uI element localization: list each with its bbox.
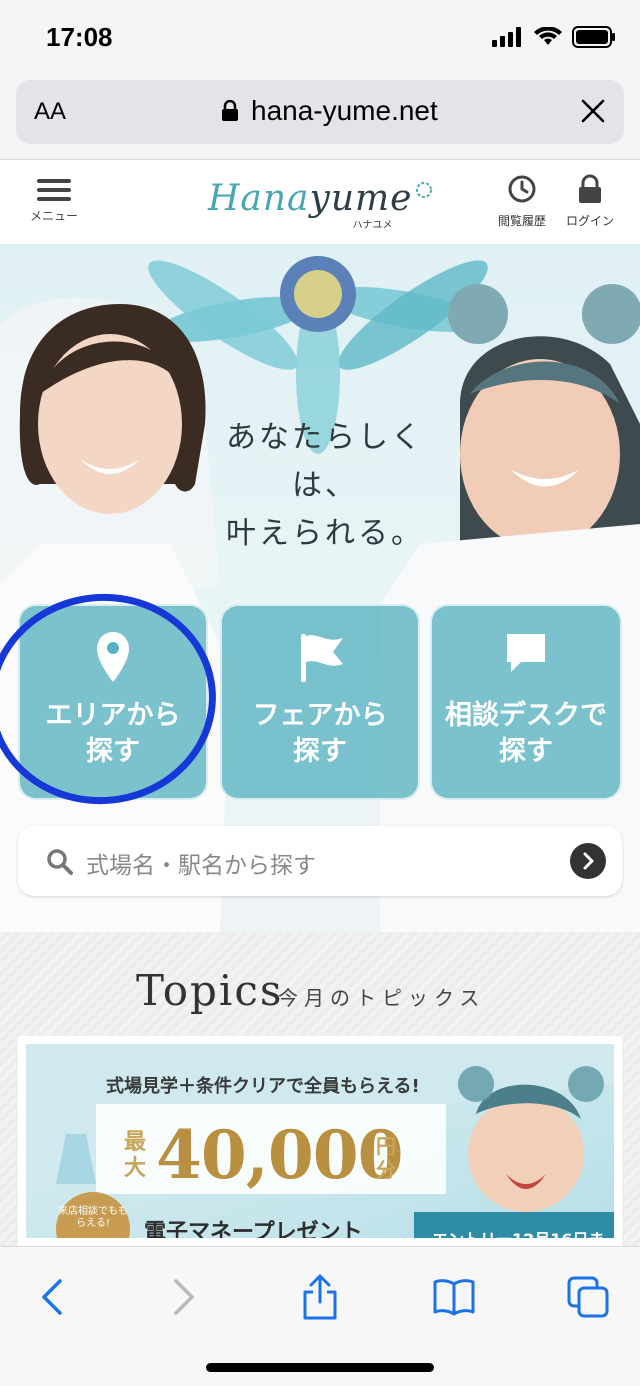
search-submit-button[interactable] <box>570 843 606 879</box>
hero-section: あなたらしくは、 叶えられる。 エリアから 探す フェアから 探す 相談デスクで… <box>0 244 640 932</box>
history-button[interactable]: 閲覧履歴 <box>488 174 556 229</box>
text-size-button[interactable]: AA <box>34 98 66 126</box>
hero-catchphrase: あなたらしくは、 叶えられる。 <box>200 414 450 558</box>
book-icon <box>433 1279 475 1316</box>
battery-icon <box>572 26 615 48</box>
tabs-button[interactable] <box>564 1273 612 1321</box>
banner-entry-deadline: エントリー12月16日まで <box>414 1212 614 1238</box>
banner-max-label: 最大 <box>124 1130 147 1181</box>
search-placeholder: 式場名・駅名から探す <box>86 853 316 879</box>
topics-section: Topics 今月のトピックス 式場見学＋条件クリアで全員もらえる! 最大 40… <box>0 932 640 1246</box>
topics-subtitle: 今月のトピックス <box>278 986 486 1010</box>
chevron-right-icon <box>174 1279 194 1315</box>
history-label: 閲覧履歴 <box>497 214 546 228</box>
status-time: 17:08 <box>46 22 113 52</box>
browser-toolbar <box>0 1246 640 1386</box>
flower-ring-icon <box>416 182 433 198</box>
venue-search-input[interactable]: 式場名・駅名から探す <box>18 826 622 896</box>
tile-label-line1: 相談デスクで <box>445 700 607 731</box>
url-text[interactable]: hana-yume.net <box>251 95 438 127</box>
speech-bubble-icon <box>507 634 545 672</box>
banner-headline: 式場見学＋条件クリアで全員もらえる! <box>106 1076 420 1097</box>
logo-text-a: Hana <box>208 178 310 219</box>
login-button[interactable]: ログイン <box>556 174 624 229</box>
lock-icon <box>222 100 238 121</box>
tile-label: 相談デスクで 探す <box>432 698 620 770</box>
bookmarks-button[interactable] <box>430 1273 478 1321</box>
search-icon <box>47 849 73 875</box>
share-button[interactable] <box>296 1273 344 1321</box>
tile-label-line1: フェアから <box>252 700 388 731</box>
address-bar[interactable]: AA hana-yume.net <box>16 80 624 144</box>
hamburger-icon <box>24 179 84 201</box>
close-icon[interactable] <box>580 98 606 124</box>
wifi-icon <box>534 27 562 45</box>
forward-button[interactable] <box>160 1273 208 1321</box>
status-icons <box>492 26 616 48</box>
topics-title: Topics <box>136 966 284 1015</box>
browser-address-area: AA hana-yume.net <box>0 80 640 160</box>
logo-sub: ハナユメ <box>352 220 393 231</box>
menu-button[interactable]: メニュー <box>24 174 84 224</box>
catch-line-1: あなたらしくは、 <box>226 420 424 503</box>
site-header: メニュー Hanayume ハナユメ 閲覧履歴 ログイン <box>0 160 640 244</box>
search-by-fair-button[interactable]: フェアから 探す <box>220 604 420 800</box>
search-by-consultation-desk-button[interactable]: 相談デスクで 探す <box>430 604 622 800</box>
status-bar: 17:08 <box>0 0 640 80</box>
menu-label: メニュー <box>29 209 78 223</box>
back-button[interactable] <box>28 1273 76 1321</box>
tile-label-line2: 探す <box>293 736 347 767</box>
campaign-banner[interactable]: 式場見学＋条件クリアで全員もらえる! 最大 40,000 円分 電子マネープレゼ… <box>18 1036 622 1246</box>
clock-icon <box>508 175 536 203</box>
tile-label-line2: 探す <box>499 736 553 767</box>
chevron-left-icon <box>42 1279 62 1315</box>
banner-subline: 電子マネープレゼント <box>144 1220 363 1238</box>
catch-line-2: 叶えられる。 <box>226 516 424 551</box>
banner-unit: 円分 <box>376 1134 396 1182</box>
banner-amount: 40,000 <box>156 1116 404 1194</box>
tabs-icon <box>567 1276 609 1318</box>
login-label: ログイン <box>565 214 614 228</box>
cellular-signal-icon <box>492 27 521 47</box>
chevron-right-icon <box>583 852 594 870</box>
lock-icon <box>579 174 601 203</box>
logo-text-b: yume <box>309 178 413 219</box>
site-logo[interactable]: Hanayume ハナユメ <box>208 178 433 231</box>
home-indicator <box>206 1363 434 1372</box>
flag-icon <box>301 634 343 682</box>
tile-label: フェアから 探す <box>222 698 418 770</box>
share-icon <box>303 1274 337 1320</box>
